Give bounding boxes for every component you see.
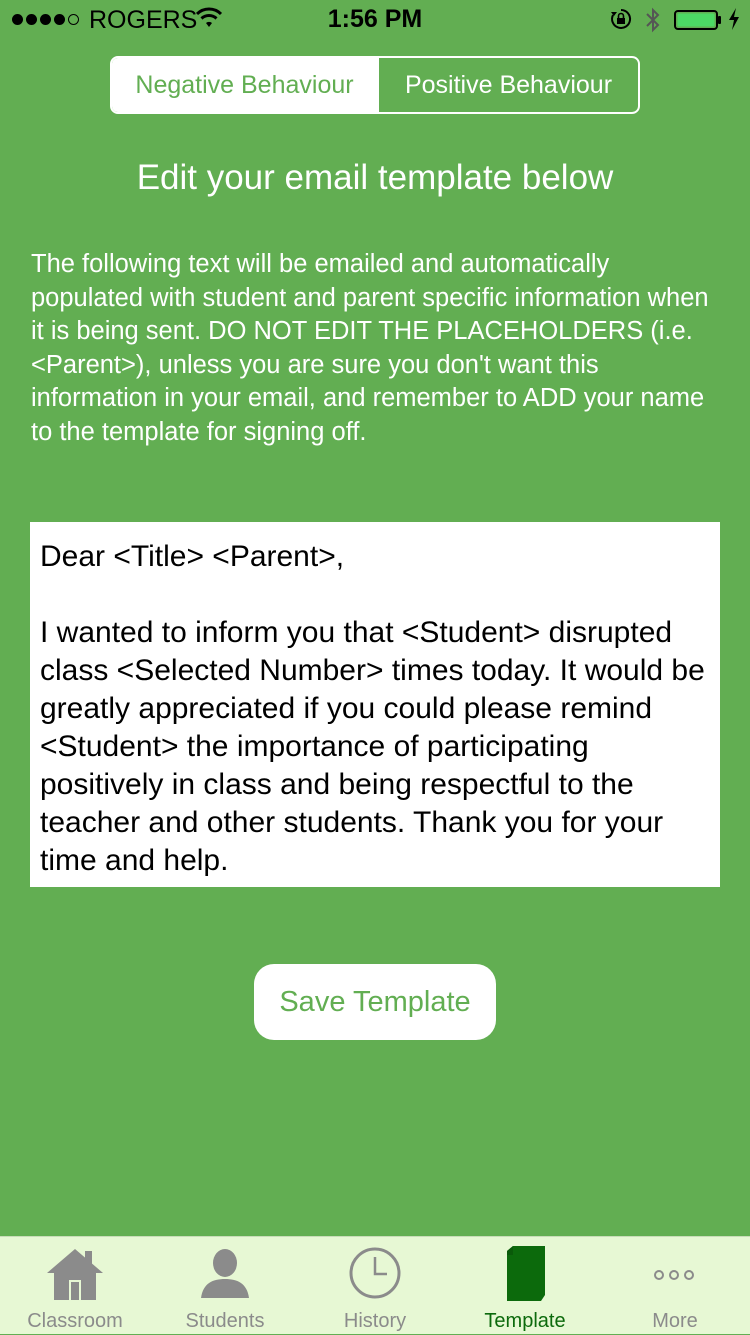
tab-negative-behaviour[interactable]: Negative Behaviour [112, 58, 377, 112]
tab-label-more: More [652, 1310, 698, 1332]
tab-label-template: Template [484, 1310, 566, 1332]
status-bar: ROGERS 1:56 PM [0, 0, 750, 40]
email-template-editor[interactable]: Dear <Title> <Parent>, I wanted to infor… [30, 522, 720, 887]
tab-label-students: Students [185, 1310, 265, 1332]
status-time: 1:56 PM [327, 5, 423, 33]
house-icon [47, 1249, 103, 1300]
tab-history[interactable]: History [300, 1237, 450, 1335]
more-dots-icon [654, 1270, 694, 1280]
behaviour-segmented-control: Negative Behaviour Positive Behaviour [110, 56, 640, 114]
tab-positive-behaviour[interactable]: Positive Behaviour [377, 58, 638, 112]
tab-label-classroom: Classroom [27, 1310, 123, 1332]
document-icon [507, 1246, 545, 1301]
person-icon [201, 1249, 249, 1298]
tab-template[interactable]: Template [450, 1237, 600, 1335]
charging-bolt-icon [729, 8, 739, 30]
battery-icon [674, 10, 721, 30]
tab-students[interactable]: Students [150, 1237, 300, 1335]
save-template-button[interactable]: Save Template [254, 964, 496, 1040]
bluetooth-icon [646, 7, 660, 33]
tab-label-history: History [343, 1310, 407, 1332]
instructions-text: The following text will be emailed and a… [31, 250, 709, 446]
clock-icon [349, 1247, 401, 1299]
tab-bar: Classroom Students History Template More [0, 1236, 750, 1334]
page-title: Edit your email template below [136, 158, 614, 197]
rotation-lock-icon [611, 8, 632, 29]
tab-more[interactable]: More [600, 1237, 750, 1335]
tab-classroom[interactable]: Classroom [0, 1237, 150, 1335]
